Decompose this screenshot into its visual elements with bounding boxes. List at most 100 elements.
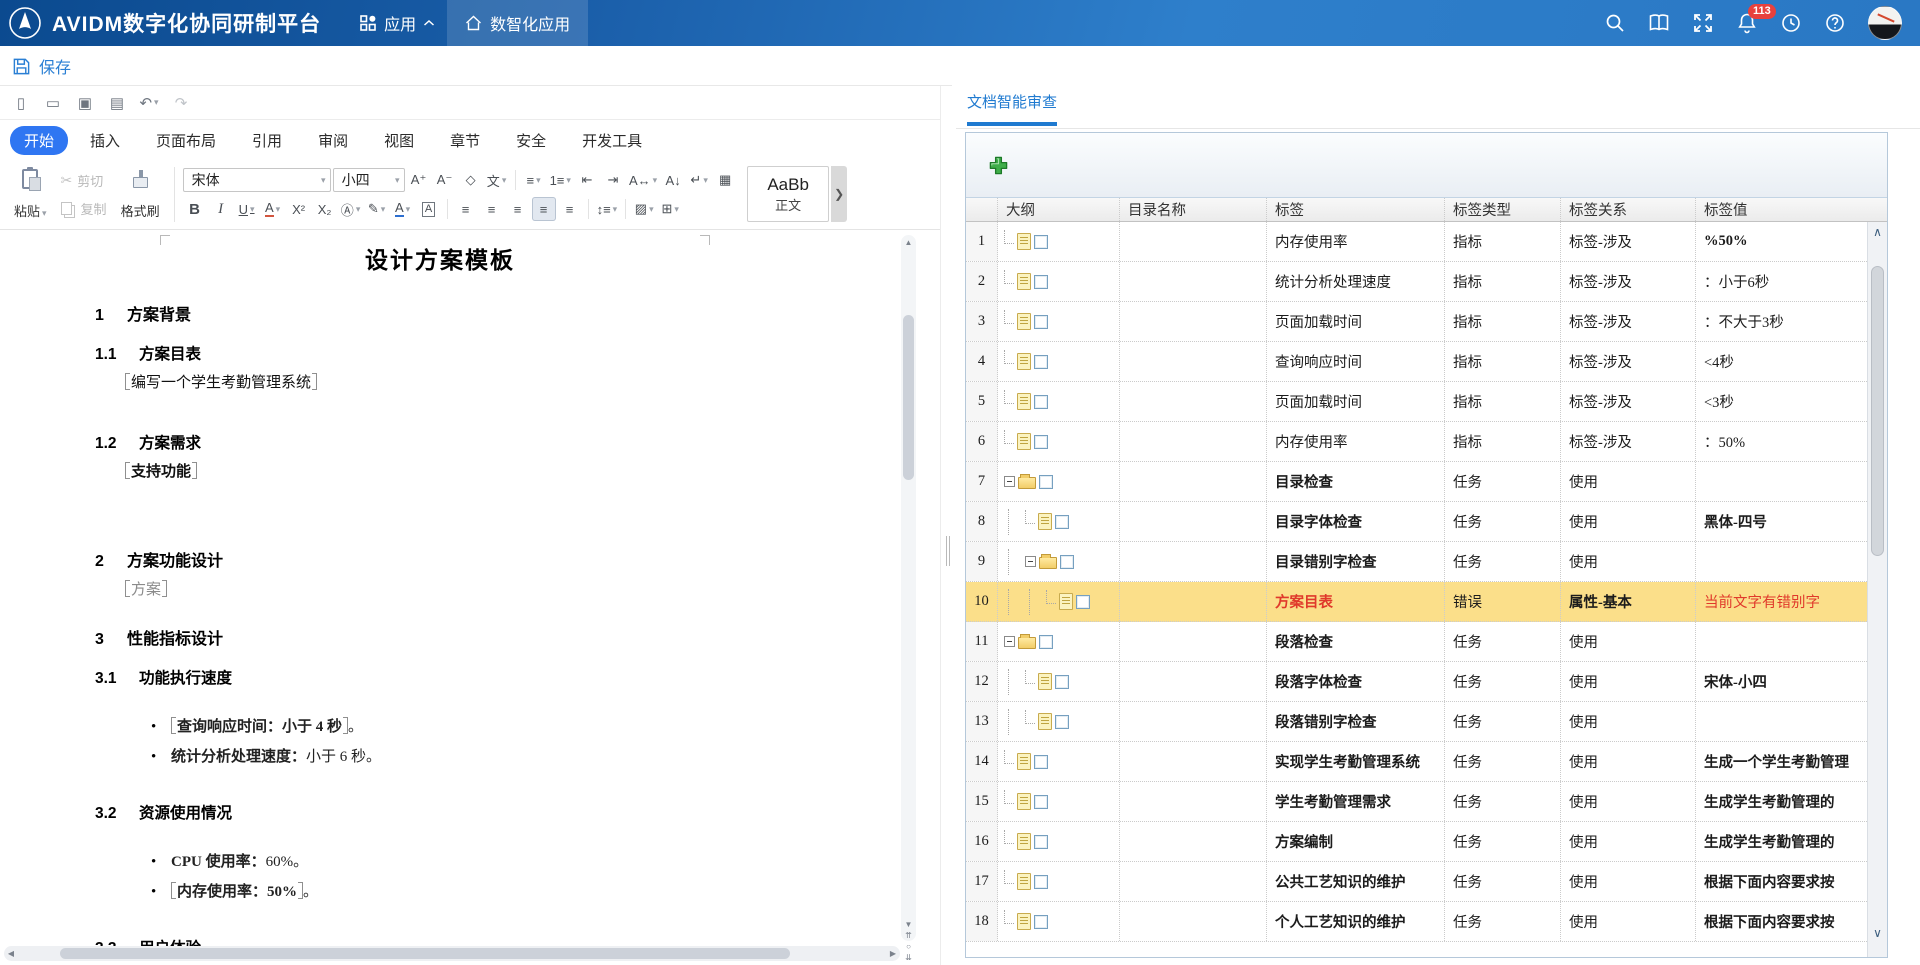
font-family-select[interactable]: 宋体▾ [183,168,331,192]
clear-formatting-button[interactable]: ◇ [459,168,483,192]
open-button[interactable]: ▭ [40,91,66,115]
search-icon[interactable] [1604,12,1626,34]
scroll-left-arrow[interactable]: ◀ [4,946,18,961]
align-center-button[interactable]: ≡ [480,197,504,221]
workspace-tab[interactable]: 数智化应用 [447,0,588,46]
help-icon[interactable] [1824,12,1846,34]
row-checkbox[interactable] [1034,355,1048,369]
table-row[interactable]: 1内存使用率指标标签-涉及%50% [966,222,1887,262]
row-checkbox[interactable] [1060,555,1074,569]
add-rule-button[interactable] [988,155,1009,176]
bullet-list-button[interactable]: ≡▾ [522,168,546,192]
table-vertical-scrollbar[interactable]: ∧ ∨ [1867,222,1887,957]
document-library-icon[interactable] [1648,12,1670,34]
increase-font-size-button[interactable]: A⁺ [407,168,431,192]
menu-tab-引用[interactable]: 引用 [238,126,296,155]
row-checkbox[interactable] [1034,835,1048,849]
menu-tab-视图[interactable]: 视图 [370,126,428,155]
underline-button[interactable]: U▾ [235,197,259,221]
row-checkbox[interactable] [1034,915,1048,929]
row-checkbox[interactable] [1039,635,1053,649]
table-row[interactable]: 15学生考勤管理需求任务使用生成学生考勤管理的 [966,782,1887,822]
character-border-button[interactable]: A [417,197,441,221]
font-size-select[interactable]: 小四▾ [333,168,405,192]
decrease-font-size-button[interactable]: A⁻ [433,168,457,192]
menu-tab-审阅[interactable]: 审阅 [304,126,362,155]
row-checkbox[interactable] [1076,595,1090,609]
menu-tab-开始[interactable]: 开始 [10,126,68,155]
editor-vertical-scrollbar[interactable]: ▲ [901,235,916,941]
subscript-button[interactable]: X₂ [313,197,337,221]
paste-button[interactable]: 粘贴▾ [10,166,51,223]
menu-tab-页面布局[interactable]: 页面布局 [142,126,230,155]
table-row[interactable]: 11段落检查任务使用 [966,622,1887,662]
redo-button[interactable]: ↷ [168,91,194,115]
table-row[interactable]: 7目录检查任务使用 [966,462,1887,502]
divider-handle[interactable] [946,536,950,566]
line-spacing-button[interactable]: ↕≡▾ [595,197,620,221]
previous-page-button[interactable]: ⇈ [905,931,912,941]
table-row[interactable]: 3页面加载时间指标标签-涉及：不大于3秒 [966,302,1887,342]
expand-toggle[interactable] [1004,476,1015,487]
row-checkbox[interactable] [1034,435,1048,449]
scrollbar-thumb[interactable] [60,948,790,959]
table-row[interactable]: 13段落错别字检查任务使用 [966,702,1887,742]
copy-button[interactable]: 复制 [57,197,111,220]
decrease-indent-button[interactable]: ⇤ [575,168,599,192]
justify-button[interactable]: ≡ [532,197,556,221]
font-color-button[interactable]: A▾ [261,197,285,221]
scroll-up-arrow[interactable]: ▲ [901,235,916,249]
superscript-button[interactable]: X² [287,197,311,221]
expand-toggle[interactable] [1025,556,1036,567]
bold-button[interactable]: B [183,197,207,221]
pane-divider[interactable] [940,86,956,965]
table-row[interactable]: 12段落字体检查任务使用宋体-小四 [966,662,1887,702]
row-checkbox[interactable] [1055,515,1069,529]
next-page-button[interactable]: ⇊ [905,953,912,963]
apps-menu-button[interactable]: 应用 [347,0,447,46]
distribute-button[interactable]: ≡ [558,197,582,221]
increase-indent-button[interactable]: ⇥ [601,168,625,192]
table-row[interactable]: 4查询响应时间指标标签-涉及<4秒 [966,342,1887,382]
menu-tab-章节[interactable]: 章节 [436,126,494,155]
row-checkbox[interactable] [1034,875,1048,889]
save-file-button[interactable]: ▣ [72,91,98,115]
scroll-down-arrow[interactable]: ∨ [1868,923,1887,943]
table-row[interactable]: 17公共工艺知识的维护任务使用根据下面内容要求按 [966,862,1887,902]
scrollbar-thumb[interactable] [1871,266,1884,556]
text-wrap-button[interactable]: ↵▾ [687,168,711,192]
italic-button[interactable]: I [209,197,233,221]
select-browse-object-button[interactable]: ○ [906,942,911,952]
cut-button[interactable]: ✂ 剪切 [57,169,111,192]
style-gallery-expand-button[interactable]: ❯ [831,166,847,222]
table-row[interactable]: 2统计分析处理速度指标标签-涉及：小于6秒 [966,262,1887,302]
row-checkbox[interactable] [1034,795,1048,809]
format-painter-button[interactable]: 格式刷 [117,166,164,223]
row-checkbox[interactable] [1039,475,1053,489]
save-button[interactable]: 保存 [12,54,71,78]
scroll-down-arrow[interactable]: ▼ [905,920,913,930]
history-clock-icon[interactable] [1780,12,1802,34]
character-scale-button[interactable]: A↔▾ [627,168,659,192]
document-canvas[interactable]: 设计方案模板 1方案背景1.1方案目表编写一个学生考勤管理系统1.2方案需求支持… [0,231,940,965]
new-document-button[interactable]: ▯ [8,91,34,115]
table-row[interactable]: 9目录错别字检查任务使用 [966,542,1887,582]
undo-button[interactable]: ↶▾ [136,91,162,115]
enclose-characters-button[interactable]: Ⓐ▾ [339,197,363,221]
row-checkbox[interactable] [1034,755,1048,769]
row-checkbox[interactable] [1055,715,1069,729]
sort-button[interactable]: A↓ [661,168,685,192]
table-row[interactable]: 8目录字体检查任务使用黑体-四号 [966,502,1887,542]
row-checkbox[interactable] [1034,235,1048,249]
table-row[interactable]: 18个人工艺知识的维护任务使用根据下面内容要求按 [966,902,1887,942]
table-row[interactable]: 16方案编制任务使用生成学生考勤管理的 [966,822,1887,862]
numbered-list-button[interactable]: 1≡▾ [548,168,573,192]
highlight-color-button[interactable]: ✎▾ [365,197,389,221]
tab-document-review[interactable]: 文档智能审查 [967,91,1057,120]
menu-tab-插入[interactable]: 插入 [76,126,134,155]
table-row[interactable]: 10方案目表错误属性-基本当前文字有错别字 [966,582,1887,622]
table-row[interactable]: 14实现学生考勤管理系统任务使用生成一个学生考勤管理 [966,742,1887,782]
scroll-right-arrow[interactable]: ▶ [886,946,900,961]
align-right-button[interactable]: ≡ [506,197,530,221]
phonetic-guide-button[interactable]: 文▾ [485,168,509,192]
